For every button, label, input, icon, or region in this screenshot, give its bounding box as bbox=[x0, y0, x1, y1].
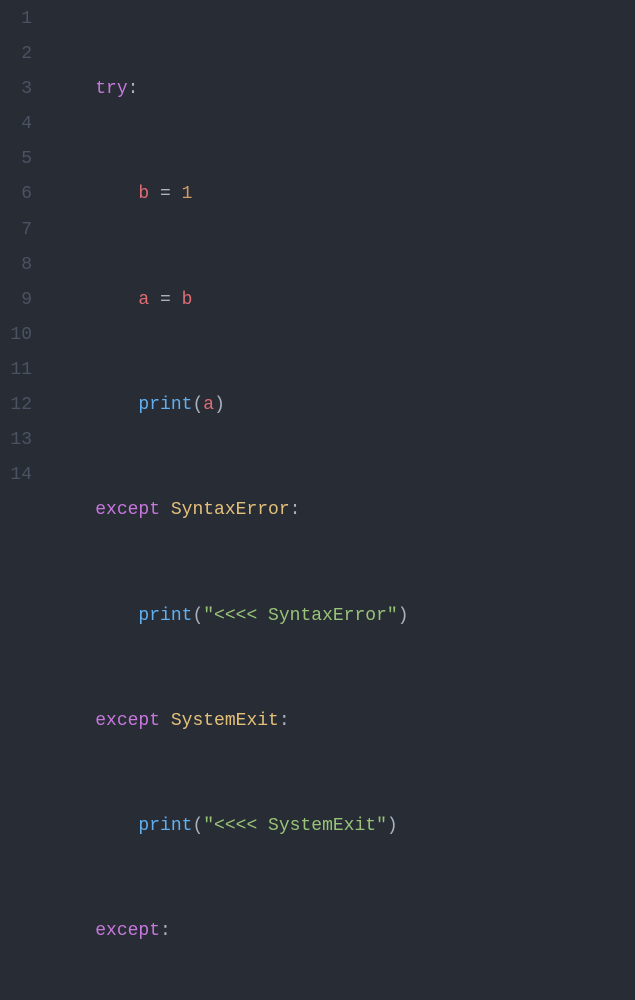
line-number: 7 bbox=[8, 213, 32, 248]
variable: b bbox=[182, 290, 193, 310]
variable: a bbox=[203, 395, 214, 415]
line-number: 9 bbox=[8, 283, 32, 318]
code-line: except: bbox=[52, 914, 527, 949]
line-number: 11 bbox=[8, 353, 32, 388]
keyword-except: except bbox=[95, 500, 160, 520]
line-number: 12 bbox=[8, 388, 32, 423]
line-number: 6 bbox=[8, 177, 32, 212]
exception-class: SyntaxError bbox=[171, 500, 290, 520]
exception-class: SystemExit bbox=[171, 711, 279, 731]
line-number: 3 bbox=[8, 72, 32, 107]
keyword-except: except bbox=[95, 921, 160, 941]
code-line: print("<<<< SyntaxError") bbox=[52, 599, 527, 634]
number-literal: 1 bbox=[182, 184, 193, 204]
line-number: 8 bbox=[8, 248, 32, 283]
variable: b bbox=[138, 184, 149, 204]
code-line: except SyntaxError: bbox=[52, 493, 527, 528]
code-area[interactable]: try: b = 1 a = b print(a) except SyntaxE… bbox=[46, 0, 527, 500]
variable: a bbox=[138, 290, 149, 310]
line-number-gutter: 1 2 3 4 5 6 7 8 9 10 11 12 13 14 bbox=[0, 0, 46, 500]
function-call: print bbox=[138, 606, 192, 626]
code-line: b = 1 bbox=[52, 177, 527, 212]
string-literal: "<<<< SyntaxError" bbox=[203, 606, 397, 626]
code-editor[interactable]: 1 2 3 4 5 6 7 8 9 10 11 12 13 14 try: b … bbox=[0, 0, 635, 500]
function-call: print bbox=[138, 816, 192, 836]
code-line: except SystemExit: bbox=[52, 704, 527, 739]
line-number: 2 bbox=[8, 37, 32, 72]
string-literal: "<<<< SystemExit" bbox=[203, 816, 387, 836]
line-number: 10 bbox=[8, 318, 32, 353]
code-line: try: bbox=[52, 72, 527, 107]
line-number: 5 bbox=[8, 142, 32, 177]
keyword-except: except bbox=[95, 711, 160, 731]
code-line: print(a) bbox=[52, 388, 527, 423]
line-number: 4 bbox=[8, 107, 32, 142]
code-line: print("<<<< SystemExit") bbox=[52, 809, 527, 844]
line-number: 14 bbox=[8, 458, 32, 493]
line-number: 13 bbox=[8, 423, 32, 458]
code-line: a = b bbox=[52, 283, 527, 318]
line-number: 1 bbox=[8, 2, 32, 37]
keyword-try: try bbox=[95, 79, 127, 99]
function-call: print bbox=[138, 395, 192, 415]
